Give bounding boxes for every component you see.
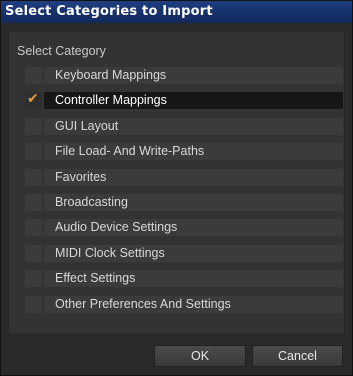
category-row[interactable]: Broadcasting <box>25 194 343 211</box>
checkmark-icon: ✔ <box>27 91 39 107</box>
category-row[interactable]: GUI Layout <box>25 118 343 135</box>
category-label: Controller Mappings <box>44 92 343 109</box>
import-dialog: Select Categories to Import Select Categ… <box>0 0 353 376</box>
category-row[interactable]: Other Preferences And Settings <box>25 296 343 313</box>
category-label: Effect Settings <box>44 270 343 287</box>
category-checkbox[interactable] <box>25 67 42 84</box>
category-row[interactable]: Audio Device Settings <box>25 219 343 236</box>
category-checkbox[interactable] <box>25 194 42 211</box>
button-bar: OK Cancel <box>8 335 345 371</box>
category-row[interactable]: File Load- And Write-Paths <box>25 143 343 160</box>
category-label: Favorites <box>44 169 343 186</box>
cancel-button[interactable]: Cancel <box>252 345 343 367</box>
category-row[interactable]: Keyboard Mappings <box>25 67 343 84</box>
category-checkbox[interactable] <box>25 296 42 313</box>
category-checkbox[interactable] <box>25 219 42 236</box>
category-checkbox[interactable] <box>25 118 42 135</box>
category-label: File Load- And Write-Paths <box>44 143 343 160</box>
category-label: Broadcasting <box>44 194 343 211</box>
category-label: MIDI Clock Settings <box>44 245 343 262</box>
category-label: GUI Layout <box>44 118 343 135</box>
category-checkbox[interactable]: ✔ <box>25 91 42 109</box>
dialog-title: Select Categories to Import <box>1 1 352 23</box>
category-row[interactable]: Effect Settings <box>25 270 343 287</box>
category-row[interactable]: ✔ Controller Mappings <box>25 91 343 109</box>
ok-button[interactable]: OK <box>154 345 246 367</box>
category-checkbox[interactable] <box>25 245 42 262</box>
category-checkbox[interactable] <box>25 143 42 160</box>
category-label: Audio Device Settings <box>44 219 343 236</box>
section-label: Select Category <box>17 44 106 58</box>
category-row[interactable]: Favorites <box>25 169 343 186</box>
category-row[interactable]: MIDI Clock Settings <box>25 245 343 262</box>
category-label: Keyboard Mappings <box>44 67 343 84</box>
category-label: Other Preferences And Settings <box>44 296 343 313</box>
category-checkbox[interactable] <box>25 270 42 287</box>
category-checkbox[interactable] <box>25 169 42 186</box>
